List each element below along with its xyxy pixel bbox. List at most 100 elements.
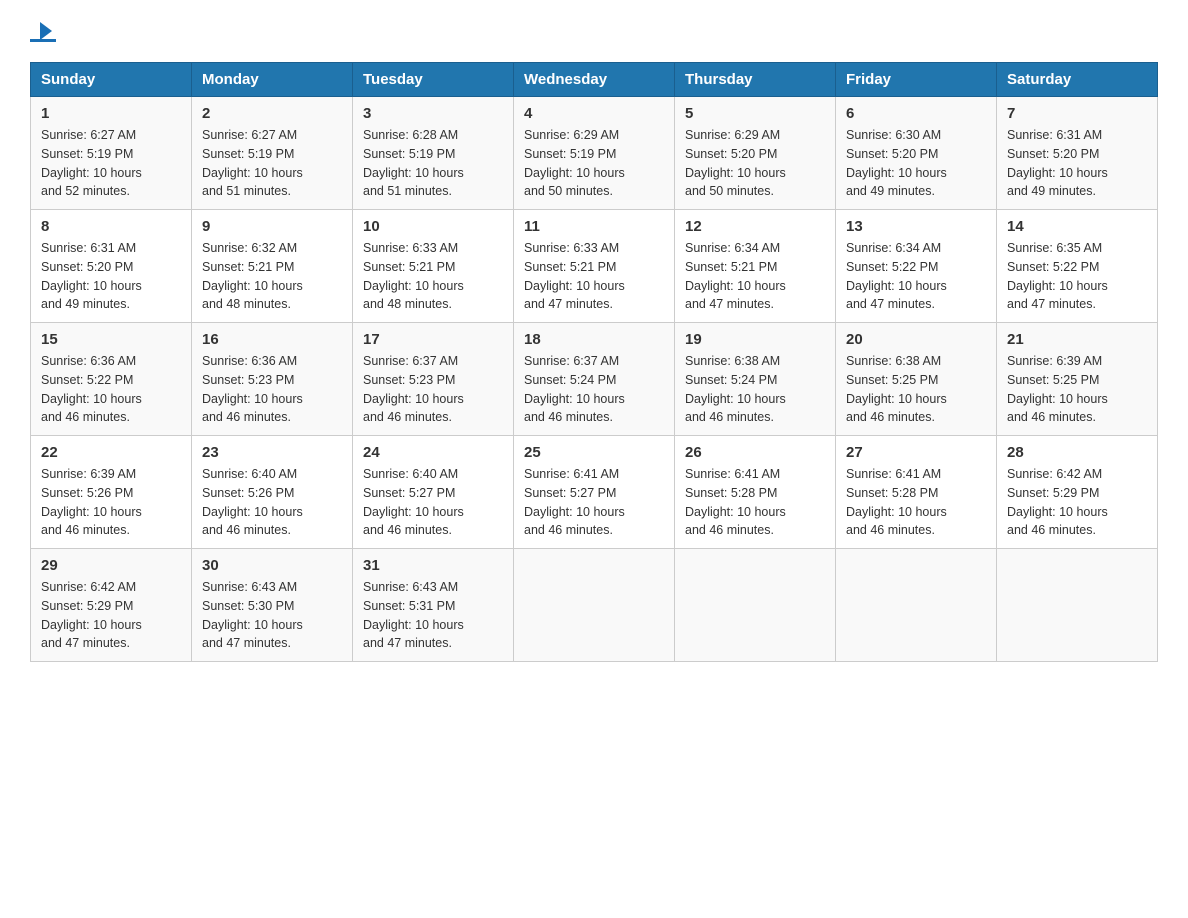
day-info: Sunrise: 6:27 AMSunset: 5:19 PMDaylight:… bbox=[202, 126, 342, 201]
col-header-saturday: Saturday bbox=[997, 63, 1158, 97]
day-info: Sunrise: 6:33 AMSunset: 5:21 PMDaylight:… bbox=[524, 239, 664, 314]
day-info: Sunrise: 6:37 AMSunset: 5:23 PMDaylight:… bbox=[363, 352, 503, 427]
day-info: Sunrise: 6:41 AMSunset: 5:27 PMDaylight:… bbox=[524, 465, 664, 540]
day-info: Sunrise: 6:40 AMSunset: 5:27 PMDaylight:… bbox=[363, 465, 503, 540]
header-row: SundayMondayTuesdayWednesdayThursdayFrid… bbox=[31, 63, 1158, 97]
day-number: 28 bbox=[1007, 444, 1147, 461]
day-number: 25 bbox=[524, 444, 664, 461]
day-info: Sunrise: 6:32 AMSunset: 5:21 PMDaylight:… bbox=[202, 239, 342, 314]
calendar-cell bbox=[836, 549, 997, 662]
calendar-body: 1 Sunrise: 6:27 AMSunset: 5:19 PMDayligh… bbox=[31, 97, 1158, 662]
calendar-cell: 25 Sunrise: 6:41 AMSunset: 5:27 PMDaylig… bbox=[514, 436, 675, 549]
calendar-cell: 10 Sunrise: 6:33 AMSunset: 5:21 PMDaylig… bbox=[353, 210, 514, 323]
day-info: Sunrise: 6:30 AMSunset: 5:20 PMDaylight:… bbox=[846, 126, 986, 201]
day-number: 11 bbox=[524, 218, 664, 235]
col-header-friday: Friday bbox=[836, 63, 997, 97]
calendar-cell: 2 Sunrise: 6:27 AMSunset: 5:19 PMDayligh… bbox=[192, 97, 353, 210]
day-number: 12 bbox=[685, 218, 825, 235]
day-number: 20 bbox=[846, 331, 986, 348]
calendar-cell: 17 Sunrise: 6:37 AMSunset: 5:23 PMDaylig… bbox=[353, 323, 514, 436]
day-info: Sunrise: 6:41 AMSunset: 5:28 PMDaylight:… bbox=[846, 465, 986, 540]
logo bbox=[30, 20, 56, 42]
calendar-cell: 31 Sunrise: 6:43 AMSunset: 5:31 PMDaylig… bbox=[353, 549, 514, 662]
day-number: 22 bbox=[41, 444, 181, 461]
day-number: 24 bbox=[363, 444, 503, 461]
day-number: 17 bbox=[363, 331, 503, 348]
calendar-cell: 24 Sunrise: 6:40 AMSunset: 5:27 PMDaylig… bbox=[353, 436, 514, 549]
calendar-week-4: 22 Sunrise: 6:39 AMSunset: 5:26 PMDaylig… bbox=[31, 436, 1158, 549]
calendar-table: SundayMondayTuesdayWednesdayThursdayFrid… bbox=[30, 62, 1158, 662]
day-number: 30 bbox=[202, 557, 342, 574]
day-info: Sunrise: 6:38 AMSunset: 5:24 PMDaylight:… bbox=[685, 352, 825, 427]
day-number: 1 bbox=[41, 105, 181, 122]
calendar-cell: 4 Sunrise: 6:29 AMSunset: 5:19 PMDayligh… bbox=[514, 97, 675, 210]
day-number: 23 bbox=[202, 444, 342, 461]
day-info: Sunrise: 6:38 AMSunset: 5:25 PMDaylight:… bbox=[846, 352, 986, 427]
day-number: 13 bbox=[846, 218, 986, 235]
day-info: Sunrise: 6:42 AMSunset: 5:29 PMDaylight:… bbox=[41, 578, 181, 653]
day-info: Sunrise: 6:34 AMSunset: 5:21 PMDaylight:… bbox=[685, 239, 825, 314]
day-number: 7 bbox=[1007, 105, 1147, 122]
calendar-cell: 29 Sunrise: 6:42 AMSunset: 5:29 PMDaylig… bbox=[31, 549, 192, 662]
calendar-cell: 14 Sunrise: 6:35 AMSunset: 5:22 PMDaylig… bbox=[997, 210, 1158, 323]
day-number: 8 bbox=[41, 218, 181, 235]
calendar-week-5: 29 Sunrise: 6:42 AMSunset: 5:29 PMDaylig… bbox=[31, 549, 1158, 662]
calendar-cell: 20 Sunrise: 6:38 AMSunset: 5:25 PMDaylig… bbox=[836, 323, 997, 436]
calendar-cell: 13 Sunrise: 6:34 AMSunset: 5:22 PMDaylig… bbox=[836, 210, 997, 323]
day-number: 15 bbox=[41, 331, 181, 348]
day-number: 16 bbox=[202, 331, 342, 348]
day-info: Sunrise: 6:40 AMSunset: 5:26 PMDaylight:… bbox=[202, 465, 342, 540]
day-number: 31 bbox=[363, 557, 503, 574]
day-info: Sunrise: 6:39 AMSunset: 5:26 PMDaylight:… bbox=[41, 465, 181, 540]
day-number: 2 bbox=[202, 105, 342, 122]
calendar-cell: 19 Sunrise: 6:38 AMSunset: 5:24 PMDaylig… bbox=[675, 323, 836, 436]
day-info: Sunrise: 6:35 AMSunset: 5:22 PMDaylight:… bbox=[1007, 239, 1147, 314]
calendar-cell: 21 Sunrise: 6:39 AMSunset: 5:25 PMDaylig… bbox=[997, 323, 1158, 436]
calendar-cell: 30 Sunrise: 6:43 AMSunset: 5:30 PMDaylig… bbox=[192, 549, 353, 662]
day-info: Sunrise: 6:31 AMSunset: 5:20 PMDaylight:… bbox=[41, 239, 181, 314]
calendar-week-3: 15 Sunrise: 6:36 AMSunset: 5:22 PMDaylig… bbox=[31, 323, 1158, 436]
calendar-cell: 15 Sunrise: 6:36 AMSunset: 5:22 PMDaylig… bbox=[31, 323, 192, 436]
day-info: Sunrise: 6:36 AMSunset: 5:23 PMDaylight:… bbox=[202, 352, 342, 427]
calendar-cell: 28 Sunrise: 6:42 AMSunset: 5:29 PMDaylig… bbox=[997, 436, 1158, 549]
calendar-cell: 22 Sunrise: 6:39 AMSunset: 5:26 PMDaylig… bbox=[31, 436, 192, 549]
calendar-cell: 3 Sunrise: 6:28 AMSunset: 5:19 PMDayligh… bbox=[353, 97, 514, 210]
day-info: Sunrise: 6:29 AMSunset: 5:20 PMDaylight:… bbox=[685, 126, 825, 201]
calendar-cell bbox=[514, 549, 675, 662]
day-info: Sunrise: 6:42 AMSunset: 5:29 PMDaylight:… bbox=[1007, 465, 1147, 540]
col-header-sunday: Sunday bbox=[31, 63, 192, 97]
calendar-cell: 27 Sunrise: 6:41 AMSunset: 5:28 PMDaylig… bbox=[836, 436, 997, 549]
calendar-cell: 16 Sunrise: 6:36 AMSunset: 5:23 PMDaylig… bbox=[192, 323, 353, 436]
day-number: 29 bbox=[41, 557, 181, 574]
day-info: Sunrise: 6:37 AMSunset: 5:24 PMDaylight:… bbox=[524, 352, 664, 427]
calendar-cell: 26 Sunrise: 6:41 AMSunset: 5:28 PMDaylig… bbox=[675, 436, 836, 549]
calendar-cell: 6 Sunrise: 6:30 AMSunset: 5:20 PMDayligh… bbox=[836, 97, 997, 210]
day-number: 4 bbox=[524, 105, 664, 122]
logo-underline bbox=[30, 39, 56, 42]
col-header-monday: Monday bbox=[192, 63, 353, 97]
day-info: Sunrise: 6:34 AMSunset: 5:22 PMDaylight:… bbox=[846, 239, 986, 314]
day-number: 26 bbox=[685, 444, 825, 461]
calendar-cell: 18 Sunrise: 6:37 AMSunset: 5:24 PMDaylig… bbox=[514, 323, 675, 436]
col-header-wednesday: Wednesday bbox=[514, 63, 675, 97]
day-info: Sunrise: 6:41 AMSunset: 5:28 PMDaylight:… bbox=[685, 465, 825, 540]
day-info: Sunrise: 6:29 AMSunset: 5:19 PMDaylight:… bbox=[524, 126, 664, 201]
col-header-thursday: Thursday bbox=[675, 63, 836, 97]
day-number: 18 bbox=[524, 331, 664, 348]
calendar-week-1: 1 Sunrise: 6:27 AMSunset: 5:19 PMDayligh… bbox=[31, 97, 1158, 210]
calendar-week-2: 8 Sunrise: 6:31 AMSunset: 5:20 PMDayligh… bbox=[31, 210, 1158, 323]
day-info: Sunrise: 6:43 AMSunset: 5:30 PMDaylight:… bbox=[202, 578, 342, 653]
calendar-cell: 1 Sunrise: 6:27 AMSunset: 5:19 PMDayligh… bbox=[31, 97, 192, 210]
calendar-cell bbox=[997, 549, 1158, 662]
day-number: 9 bbox=[202, 218, 342, 235]
day-info: Sunrise: 6:36 AMSunset: 5:22 PMDaylight:… bbox=[41, 352, 181, 427]
day-info: Sunrise: 6:43 AMSunset: 5:31 PMDaylight:… bbox=[363, 578, 503, 653]
calendar-cell: 9 Sunrise: 6:32 AMSunset: 5:21 PMDayligh… bbox=[192, 210, 353, 323]
day-number: 10 bbox=[363, 218, 503, 235]
day-info: Sunrise: 6:28 AMSunset: 5:19 PMDaylight:… bbox=[363, 126, 503, 201]
calendar-cell: 23 Sunrise: 6:40 AMSunset: 5:26 PMDaylig… bbox=[192, 436, 353, 549]
calendar-cell: 5 Sunrise: 6:29 AMSunset: 5:20 PMDayligh… bbox=[675, 97, 836, 210]
calendar-cell: 8 Sunrise: 6:31 AMSunset: 5:20 PMDayligh… bbox=[31, 210, 192, 323]
calendar-cell bbox=[675, 549, 836, 662]
day-number: 21 bbox=[1007, 331, 1147, 348]
